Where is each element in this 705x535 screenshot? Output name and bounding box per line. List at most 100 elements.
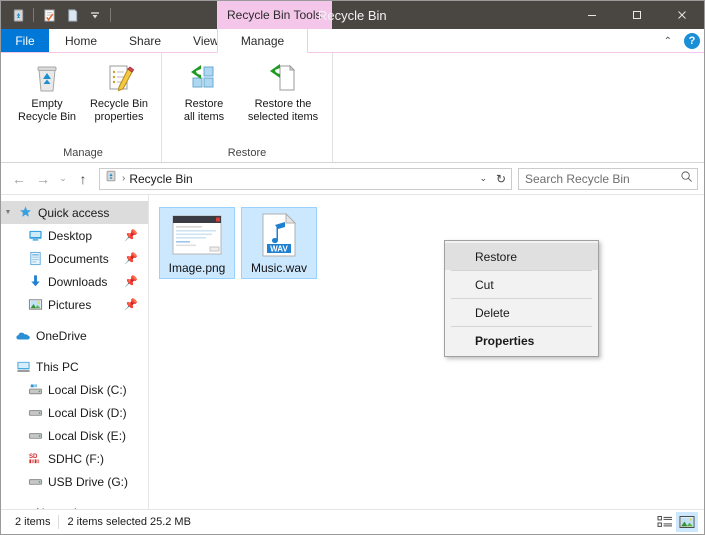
this-pc-icon bbox=[13, 359, 33, 374]
sidebar-item-local-disk-d[interactable]: Local Disk (D:) bbox=[1, 401, 148, 424]
restore-selected-items-button[interactable]: Restore the selected items bbox=[240, 59, 326, 128]
empty-recycle-bin-label-line1: Empty bbox=[31, 98, 63, 110]
svg-text:SD: SD bbox=[28, 453, 37, 460]
pictures-icon bbox=[25, 297, 45, 312]
drive-icon bbox=[25, 428, 45, 443]
large-icons-view-button[interactable] bbox=[676, 512, 698, 532]
address-bar: ← → ⌄ ↑ › Recycle Bin ⌄ ↻ bbox=[1, 163, 704, 195]
pin-icon[interactable]: 📌 bbox=[124, 298, 138, 311]
breadcrumb-separator: › bbox=[122, 173, 126, 184]
sidebar-item-usb-drive-g[interactable]: USB Drive (G:) bbox=[1, 470, 148, 493]
ribbon-tab-strip-right: ⌃ ? bbox=[660, 29, 700, 53]
ribbon-tab-strip: File Home Share View Manage ⌃ ? bbox=[1, 29, 704, 53]
close-button[interactable] bbox=[659, 1, 704, 29]
contextual-tab-group-label: Recycle Bin Tools bbox=[217, 1, 332, 29]
collapse-ribbon-icon[interactable]: ⌃ bbox=[660, 36, 676, 47]
sidebar-item-label: Local Disk (C:) bbox=[48, 382, 127, 397]
system-drive-icon bbox=[25, 382, 45, 397]
sidebar-item-onedrive[interactable]: OneDrive bbox=[1, 324, 148, 347]
minimize-button[interactable] bbox=[569, 1, 614, 29]
file-item-music-wav[interactable]: WAV Music.wav bbox=[241, 207, 317, 279]
file-list-view[interactable]: Image.png WAV Music.wav Restore Cut Dele… bbox=[149, 195, 704, 509]
new-item-icon[interactable] bbox=[62, 5, 82, 25]
sidebar-item-label: Network bbox=[36, 506, 80, 510]
restore-all-items-label-line2: all items bbox=[183, 111, 225, 123]
sidebar-item-downloads[interactable]: Downloads 📌 bbox=[1, 270, 148, 293]
sidebar-item-local-disk-e[interactable]: Local Disk (E:) bbox=[1, 424, 148, 447]
file-tiles: Image.png WAV Music.wav bbox=[159, 207, 704, 279]
sidebar-item-network[interactable]: Network bbox=[1, 501, 148, 510]
pin-icon[interactable]: 📌 bbox=[124, 252, 138, 265]
address-recycle-bin-icon bbox=[104, 169, 118, 188]
ribbon-group-manage-label: Manage bbox=[63, 147, 103, 159]
recycle-bin-properties-icon bbox=[102, 61, 136, 95]
ribbon-group-manage: Empty Recycle Bin Recycle Bin properties… bbox=[5, 53, 162, 162]
context-menu-item-delete[interactable]: Delete bbox=[445, 299, 598, 326]
quick-access-toolbar bbox=[1, 1, 113, 29]
empty-recycle-bin-button[interactable]: Empty Recycle Bin bbox=[11, 59, 83, 128]
sidebar-item-documents[interactable]: Documents 📌 bbox=[1, 247, 148, 270]
network-icon bbox=[13, 505, 33, 510]
file-item-image-png[interactable]: Image.png bbox=[159, 207, 235, 279]
recycle-bin-properties-button[interactable]: Recycle Bin properties bbox=[83, 59, 155, 128]
recycle-bin-icon[interactable] bbox=[8, 5, 28, 25]
sidebar-item-quick-access[interactable]: ▼ Quick access bbox=[1, 201, 148, 224]
status-selection-count: 2 items selected bbox=[67, 516, 147, 528]
ribbon-group-restore-label: Restore bbox=[227, 147, 267, 159]
navigation-pane[interactable]: ▼ Quick access Desktop 📌 Documents 📌 Dow… bbox=[1, 195, 149, 509]
ribbon-group-restore-items: Restore all items Restore the selected i… bbox=[168, 53, 326, 144]
restore-selected-items-label-line2: selected items bbox=[247, 111, 319, 123]
ribbon-group-manage-items: Empty Recycle Bin Recycle Bin properties bbox=[11, 53, 155, 144]
recycle-bin-properties-label-line1: Recycle Bin bbox=[89, 98, 149, 110]
context-menu[interactable]: Restore Cut Delete Properties bbox=[444, 240, 599, 357]
desktop-icon bbox=[25, 228, 45, 243]
onedrive-icon bbox=[13, 328, 33, 344]
up-button[interactable]: ↑ bbox=[71, 167, 95, 191]
chevron-down-icon[interactable]: ▼ bbox=[1, 209, 15, 216]
pin-icon[interactable]: 📌 bbox=[124, 229, 138, 242]
forward-button[interactable]: → bbox=[31, 167, 55, 191]
sidebar-item-label: Quick access bbox=[38, 205, 110, 220]
toolbar-divider bbox=[33, 8, 34, 22]
sidebar-item-pictures[interactable]: Pictures 📌 bbox=[1, 293, 148, 316]
sidebar-item-this-pc[interactable]: This PC bbox=[1, 355, 148, 378]
customize-dropdown-icon[interactable] bbox=[85, 5, 105, 25]
tab-home[interactable]: Home bbox=[49, 29, 113, 52]
sidebar-item-label: Local Disk (D:) bbox=[48, 405, 127, 420]
ribbon: Empty Recycle Bin Recycle Bin properties… bbox=[1, 53, 704, 163]
restore-all-items-button[interactable]: Restore all items bbox=[168, 59, 240, 128]
empty-recycle-bin-label-line2: Recycle Bin bbox=[17, 111, 77, 123]
properties-icon[interactable] bbox=[39, 5, 59, 25]
tab-share[interactable]: Share bbox=[113, 29, 177, 52]
maximize-button[interactable] bbox=[614, 1, 659, 29]
file-name-label: Music.wav bbox=[250, 261, 307, 275]
sidebar-item-local-disk-c[interactable]: Local Disk (C:) bbox=[1, 378, 148, 401]
context-menu-item-cut[interactable]: Cut bbox=[445, 271, 598, 298]
status-bar: 2 items 2 items selected 25.2 MB bbox=[1, 509, 704, 534]
tab-file[interactable]: File bbox=[1, 29, 49, 52]
refresh-icon[interactable]: ↻ bbox=[496, 172, 506, 186]
png-image-thumbnail bbox=[171, 212, 223, 258]
pin-icon[interactable]: 📌 bbox=[124, 275, 138, 288]
context-menu-item-properties[interactable]: Properties bbox=[445, 327, 598, 354]
tab-manage[interactable]: Manage bbox=[217, 29, 308, 53]
back-button[interactable]: ← bbox=[7, 167, 31, 191]
address-dropdown-icon[interactable]: ⌄ bbox=[479, 173, 487, 184]
recent-locations-button[interactable]: ⌄ bbox=[55, 167, 71, 191]
search-box[interactable] bbox=[518, 167, 698, 190]
restore-selected-items-icon bbox=[266, 61, 300, 95]
address-field[interactable]: › Recycle Bin ⌄ ↻ bbox=[99, 167, 512, 190]
toolbar-divider-2 bbox=[110, 8, 111, 22]
wav-audio-file-icon: WAV bbox=[259, 212, 299, 258]
search-input[interactable] bbox=[525, 171, 680, 186]
sidebar-item-desktop[interactable]: Desktop 📌 bbox=[1, 224, 148, 247]
help-icon[interactable]: ? bbox=[684, 33, 700, 49]
sidebar-item-sdhc-f[interactable]: SD SDHC (F:) bbox=[1, 447, 148, 470]
svg-text:WAV: WAV bbox=[270, 244, 288, 253]
context-menu-item-restore[interactable]: Restore bbox=[445, 243, 598, 270]
breadcrumb-recycle-bin[interactable]: Recycle Bin bbox=[129, 172, 192, 186]
details-view-button[interactable] bbox=[654, 512, 676, 532]
